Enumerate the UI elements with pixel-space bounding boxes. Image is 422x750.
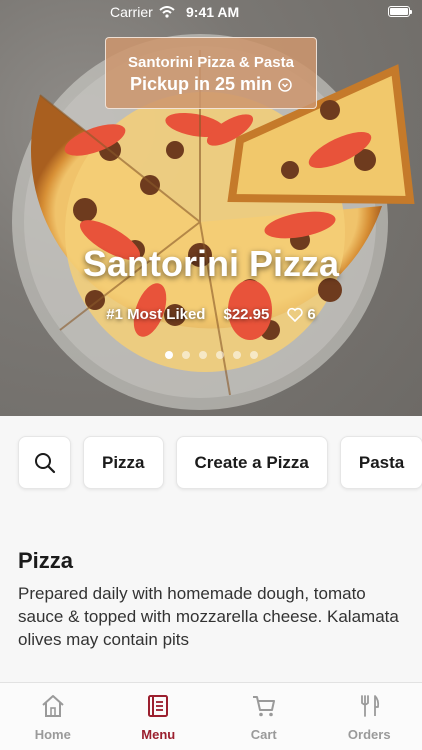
restaurant-name: Santorini Pizza & Pasta xyxy=(128,54,294,71)
section-description: Prepared daily with homemade dough, toma… xyxy=(18,584,399,649)
tab-menu-label: Menu xyxy=(141,727,176,742)
tab-home-label: Home xyxy=(34,727,71,742)
section-title: Pizza xyxy=(18,548,74,573)
carrier-label: Carrier xyxy=(110,4,153,20)
search-button[interactable] xyxy=(18,436,71,489)
tab-cart-label: Cart xyxy=(250,727,277,742)
menu-section: Pizza Prepared daily with homemade dough… xyxy=(18,548,408,651)
carrier-info: Carrier xyxy=(110,4,175,20)
tab-orders-label: Orders xyxy=(347,727,391,742)
featured-item-title: Santorini Pizza xyxy=(82,243,340,284)
pickup-time-label: Pickup in 25 min xyxy=(129,74,273,94)
hero-banner[interactable]: Carrier 9:41 AM Santorini Pizza & Pasta … xyxy=(0,0,422,416)
pickup-time: Pickup in 25 min xyxy=(106,74,316,95)
category-create-a-pizza[interactable]: Create a Pizza xyxy=(175,436,328,489)
popularity-badge: #1 Most Liked xyxy=(106,306,206,323)
wifi-icon xyxy=(159,6,175,18)
likes-count: 6 xyxy=(287,306,316,323)
likes-value: 6 xyxy=(307,306,316,323)
carousel-dot[interactable] xyxy=(249,351,258,359)
search-icon xyxy=(34,452,55,473)
carousel-dot[interactable] xyxy=(215,351,224,359)
battery-icon xyxy=(388,6,412,17)
heart-icon xyxy=(287,307,304,322)
featured-item-meta: #1 Most Liked $22.95 6 xyxy=(0,306,422,323)
category-bar: Pizza Create a Pizza Pasta xyxy=(18,436,422,489)
tab-cart[interactable]: Cart xyxy=(211,683,317,750)
chevron-down-circle-icon xyxy=(278,77,292,92)
tab-home[interactable]: Home xyxy=(0,683,106,750)
carousel-dot[interactable] xyxy=(232,351,241,359)
carousel-dot[interactable] xyxy=(198,351,207,359)
status-time: 9:41 AM xyxy=(186,4,240,20)
tab-menu[interactable]: Menu xyxy=(106,683,212,750)
tab-bar: Home Menu Cart Orders xyxy=(0,682,422,750)
category-pizza[interactable]: Pizza xyxy=(83,436,164,489)
category-pasta[interactable]: Pasta xyxy=(339,436,422,489)
carousel-dot[interactable] xyxy=(164,351,173,359)
status-bar: Carrier 9:41 AM xyxy=(0,0,422,24)
cart-icon xyxy=(252,696,275,717)
pickup-info-button[interactable]: Santorini Pizza & Pasta Pickup in 25 min xyxy=(105,37,317,109)
utensils-icon xyxy=(361,695,380,717)
carousel-indicator[interactable] xyxy=(0,351,422,359)
carousel-dot[interactable] xyxy=(181,351,190,359)
tab-orders[interactable]: Orders xyxy=(317,683,422,750)
home-icon xyxy=(42,695,64,717)
featured-price: $22.95 xyxy=(223,306,270,323)
menu-icon xyxy=(148,695,169,717)
